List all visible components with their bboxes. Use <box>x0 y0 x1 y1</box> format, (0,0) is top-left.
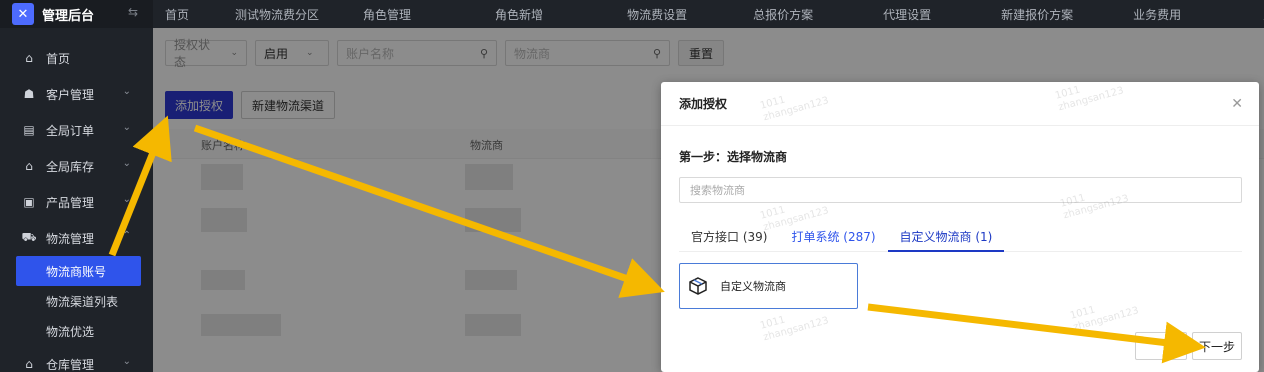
add-authorization-modal: 添加授权 ✕ 第一步：选择物流商 搜索物流商 官方接口 (39) 打单系统 (2… <box>661 82 1259 372</box>
box-icon <box>689 277 707 295</box>
top-nav-tabs: 首页 测试物流费分区 角色管理 角色新增 物流费设置 总报价方案 代理设置 新建… <box>153 0 1264 28</box>
tab-test-zone[interactable]: 测试物流费分区 <box>211 6 347 23</box>
chevron-up-icon: ⌃ <box>122 230 131 241</box>
sidebar-item-inventory[interactable]: ⌂ 全局库存 ⌄ <box>0 148 153 184</box>
clipboard-icon: ▤ <box>23 123 35 137</box>
chevron-down-icon: ⌄ <box>122 122 131 133</box>
sidebar-item-label: 全局订单 <box>46 123 95 138</box>
tab-account-list[interactable]: 账号列表 <box>1251 6 1264 23</box>
sidebar: ✕ 管理后台 ⇆ ⌂ 首页 ☗ 客户管理 ⌄ ▤ 全局订单 ⌄ ⌂ 全局库存 ⌄… <box>0 0 153 372</box>
sidebar-item-label: 产品管理 <box>46 195 95 210</box>
sidebar-item-label: 物流管理 <box>46 231 95 246</box>
sidebar-subitem-channel-list[interactable]: 物流渠道列表 <box>0 286 153 316</box>
brand-title: 管理后台 <box>42 8 95 24</box>
chevron-down-icon: ⌄ <box>122 86 131 97</box>
sidebar-item-orders[interactable]: ▤ 全局订单 ⌄ <box>0 112 153 148</box>
warehouse-icon: ⌂ <box>25 159 33 173</box>
sidebar-subitem-vendor-accounts[interactable]: 物流商账号 <box>16 256 141 286</box>
sidebar-item-logistics[interactable]: ⛟ 物流管理 ⌃ <box>0 220 153 256</box>
storage-icon: ⌂ <box>25 357 33 371</box>
watermark: 1011 zhangsan123 <box>759 304 830 345</box>
tab-new-quote[interactable]: 新建报价方案 <box>991 6 1117 23</box>
truck-icon: ⛟ <box>21 230 37 244</box>
sidebar-item-customers[interactable]: ☗ 客户管理 ⌄ <box>0 76 153 112</box>
sidebar-item-label: 仓库管理 <box>46 357 95 372</box>
chevron-down-icon: ⌄ <box>122 158 131 169</box>
sidebar-item-label: 全局库存 <box>46 159 95 174</box>
tab-shipping-fee[interactable]: 物流费设置 <box>609 6 735 23</box>
product-icon: ▣ <box>23 195 35 209</box>
tab-print-system[interactable]: 打单系统 (287) <box>779 222 887 252</box>
home-icon: ⌂ <box>25 51 33 65</box>
tab-business-fee[interactable]: 业务费用 <box>1117 6 1251 23</box>
sidebar-item-label: 客户管理 <box>46 87 95 102</box>
close-icon[interactable]: ✕ <box>1231 96 1243 112</box>
users-icon: ☗ <box>23 87 35 101</box>
vendor-search-input[interactable]: 搜索物流商 <box>679 177 1242 203</box>
sidebar-menu: ⌂ 首页 ☗ 客户管理 ⌄ ▤ 全局订单 ⌄ ⌂ 全局库存 ⌄ ▣ 产品管理 ⌄… <box>0 40 153 372</box>
logo-icon: ✕ <box>12 3 34 25</box>
tab-role-add[interactable]: 角色新增 <box>475 6 609 23</box>
tab-custom-vendor[interactable]: 自定义物流商 (1) <box>887 222 1005 252</box>
chevron-down-icon: ⌄ <box>122 194 131 205</box>
sidebar-item-warehouse[interactable]: ⌂ 仓库管理 ⌄ <box>0 346 153 372</box>
sidebar-item-products[interactable]: ▣ 产品管理 ⌄ <box>0 184 153 220</box>
step-title: 第一步：选择物流商 <box>679 150 788 164</box>
modal-title: 添加授权 <box>661 82 1259 126</box>
custom-vendor-card[interactable]: 自定义物流商 <box>679 263 858 309</box>
tab-agent-settings[interactable]: 代理设置 <box>865 6 991 23</box>
sidebar-item-home[interactable]: ⌂ 首页 <box>0 40 153 76</box>
tab-quote-plan[interactable]: 总报价方案 <box>735 6 865 23</box>
sidebar-item-label: 首页 <box>46 51 71 66</box>
logistics-submenu: 物流商账号 物流渠道列表 物流优选 <box>0 256 153 346</box>
tab-home[interactable]: 首页 <box>153 6 211 23</box>
sidebar-subitem-preferred[interactable]: 物流优选 <box>0 316 153 346</box>
collapse-icon[interactable]: ⇆ <box>128 5 138 19</box>
vendor-card-label: 自定义物流商 <box>720 280 786 293</box>
cancel-button[interactable] <box>1135 332 1187 360</box>
next-step-button[interactable]: 下一步 <box>1192 332 1242 360</box>
watermark: 1011 zhangsan123 <box>1069 294 1140 335</box>
chevron-down-icon: ⌄ <box>122 356 131 367</box>
tab-role-manage[interactable]: 角色管理 <box>347 6 475 23</box>
vendor-search-placeholder: 搜索物流商 <box>690 184 745 197</box>
